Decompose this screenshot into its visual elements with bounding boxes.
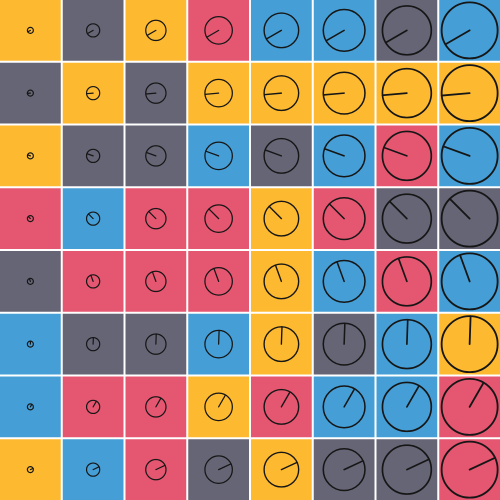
tile-r3-c6 (313, 125, 375, 187)
tile-r7-c3 (125, 376, 187, 438)
tile-r2-c8 (439, 62, 500, 124)
dial-hand (85, 92, 94, 95)
tile-r7-c8 (439, 376, 500, 438)
tile-r4-c8 (439, 188, 500, 249)
tile-r4-c7 (376, 188, 438, 249)
tile-r5-c2 (62, 251, 124, 312)
dial-hand (468, 315, 472, 346)
tile-r2-c4 (188, 62, 249, 124)
tile-r8-c7 (376, 439, 438, 500)
tile-r1-c3 (125, 0, 187, 61)
tile-r3-c1 (0, 125, 61, 187)
tile-r1-c8 (439, 0, 500, 61)
tile-r8-c4 (188, 439, 249, 500)
tile-r4-c5 (251, 188, 312, 249)
tile-r2-c3 (125, 62, 187, 124)
tile-r7-c6 (313, 376, 375, 438)
tile-r5-c6 (313, 251, 375, 312)
tile-r6-c2 (62, 313, 124, 375)
tile-r2-c7 (376, 62, 438, 124)
tile-r1-c5 (251, 0, 312, 61)
tile-r1-c2 (62, 0, 124, 61)
tile-r4-c1 (0, 188, 61, 249)
tile-r2-c5 (251, 62, 312, 124)
tile-r1-c1 (0, 0, 61, 61)
tile-r6-c3 (125, 313, 187, 375)
dial-grid (0, 0, 500, 500)
tile-r8-c8 (439, 439, 500, 500)
tile-r5-c4 (188, 251, 249, 312)
tile-r1-c4 (188, 0, 249, 61)
tile-r7-c5 (251, 376, 312, 438)
tile-r6-c7 (376, 313, 438, 375)
tile-r6-c4 (188, 313, 249, 375)
dial-hand (406, 318, 409, 345)
tile-r2-c2 (62, 62, 124, 124)
tile-r6-c6 (313, 313, 375, 375)
tile-r3-c2 (62, 125, 124, 187)
tile-r4-c4 (188, 188, 249, 249)
tile-r7-c2 (62, 376, 124, 438)
tile-r7-c7 (376, 376, 438, 438)
tile-r3-c5 (251, 125, 312, 187)
dial-hand (280, 326, 283, 345)
tile-r8-c5 (251, 439, 312, 500)
tile-r8-c2 (62, 439, 124, 500)
tile-r4-c6 (313, 188, 375, 249)
tile-r2-c6 (313, 62, 375, 124)
tile-r8-c6 (313, 439, 375, 500)
tile-r5-c7 (376, 251, 438, 312)
tile-r5-c3 (125, 251, 187, 312)
tile-r6-c5 (251, 313, 312, 375)
tile-r6-c1 (0, 313, 61, 375)
tile-r5-c5 (251, 251, 312, 312)
tile-r4-c3 (125, 188, 187, 249)
tile-r8-c1 (0, 439, 61, 500)
tile-r3-c7 (376, 125, 438, 187)
tile-r5-c8 (439, 251, 500, 312)
tile-r3-c4 (188, 125, 249, 187)
tile-r1-c7 (376, 0, 438, 61)
tile-r7-c4 (188, 376, 249, 438)
tile-r1-c6 (313, 0, 375, 61)
tile-r3-c8 (439, 125, 500, 187)
tile-r5-c1 (0, 251, 61, 312)
tile-r7-c1 (0, 376, 61, 438)
tile-r3-c3 (125, 125, 187, 187)
tile-r8-c3 (125, 439, 187, 500)
tile-r6-c8 (439, 313, 500, 375)
tile-r4-c2 (62, 188, 124, 249)
dial-hand (343, 322, 346, 345)
tile-r2-c1 (0, 62, 61, 124)
